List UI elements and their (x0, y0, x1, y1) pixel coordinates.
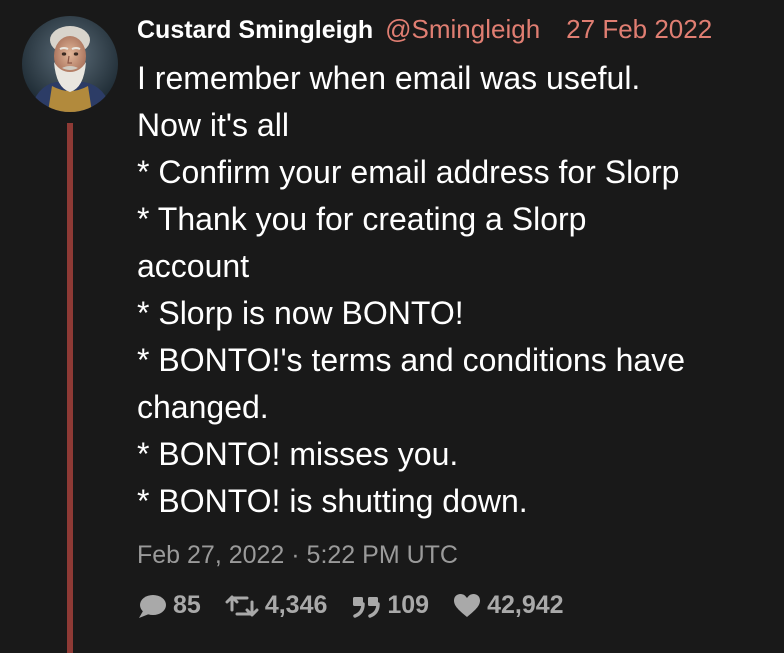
tweet-date-link[interactable]: 27 Feb 2022 (566, 12, 712, 46)
tweet-body-line: * BONTO!'s terms and conditions have (137, 342, 685, 378)
reply-stat[interactable]: 85 (137, 591, 201, 620)
comment-icon (137, 593, 167, 619)
tweet-body-line: * Thank you for creating a Slorp (137, 201, 587, 237)
quote-stat[interactable]: 109 (351, 591, 429, 620)
tweet-body-line: Now it's all (137, 107, 289, 143)
retweet-icon (225, 594, 259, 618)
tweet-body-line: * BONTO! misses you. (137, 436, 459, 472)
quote-icon (351, 594, 381, 618)
thread-line (67, 123, 73, 653)
tweet-body-line: * Confirm your email address for Slorp (137, 154, 680, 190)
tweet-timestamp[interactable]: Feb 27, 2022 · 5:22 PM UTC (137, 539, 777, 571)
tweet-body-line: I remember when email was useful. (137, 60, 641, 96)
avatar[interactable] (22, 16, 118, 112)
author-display-name[interactable]: Custard Smingleigh (137, 13, 373, 47)
tweet-body: I remember when email was useful. Now it… (137, 55, 767, 525)
tweet-body-line: * BONTO! is shutting down. (137, 483, 528, 519)
tweet-body-line: * Slorp is now BONTO! (137, 295, 464, 331)
quote-count: 109 (387, 591, 430, 619)
retweet-stat[interactable]: 4,346 (225, 591, 328, 620)
like-count: 42,942 (487, 591, 564, 619)
reply-count: 85 (173, 591, 201, 619)
avatar-portrait-image (22, 16, 118, 112)
like-stat[interactable]: 42,942 (453, 591, 564, 620)
author-handle[interactable]: @Smingleigh (385, 12, 540, 46)
tweet-stats: 85 4,346 109 42,942 (137, 591, 777, 620)
tweet: Custard Smingleigh @Smingleigh 27 Feb 20… (137, 12, 777, 620)
retweet-count: 4,346 (264, 591, 328, 619)
tweet-body-line: account (137, 248, 250, 284)
tweet-header: Custard Smingleigh @Smingleigh 27 Feb 20… (137, 12, 777, 47)
heart-icon (453, 593, 481, 619)
tweet-body-line: changed. (137, 389, 269, 425)
